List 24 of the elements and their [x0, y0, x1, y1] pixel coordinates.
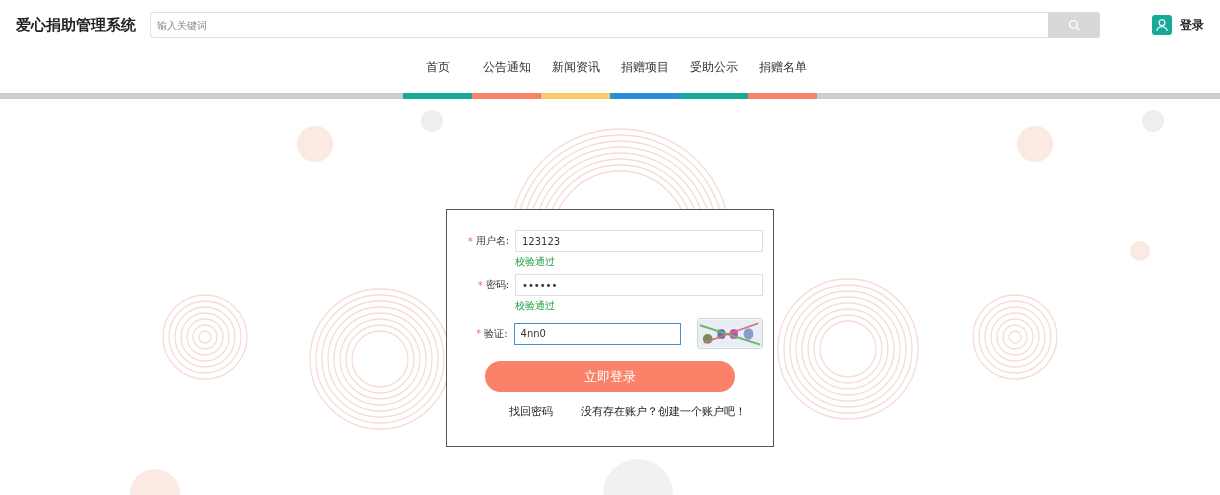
search-field[interactable]: 输入关键词	[150, 12, 1048, 38]
nav-tab[interactable]: 捐赠名单	[748, 57, 817, 99]
nav-tab[interactable]: 公告通知	[472, 57, 541, 99]
user-icon[interactable]	[1152, 15, 1172, 35]
password-field[interactable]: ••••••	[515, 274, 763, 296]
captcha-field[interactable]: 4nn0	[513, 322, 681, 345]
form-link[interactable]: 找回密码	[509, 404, 553, 419]
nav-tab[interactable]: 捐赠项目	[610, 57, 679, 99]
login-link[interactable]: 登录	[1180, 16, 1204, 34]
site-title: 爱心捐助管理系统	[16, 15, 136, 35]
field-label: 验证:	[484, 326, 508, 341]
username-field[interactable]: 123123	[515, 230, 763, 252]
field-label: 密码:	[485, 278, 509, 292]
validation-message: 校验通过	[515, 255, 556, 269]
required-mark: *	[477, 279, 483, 291]
form-link[interactable]: 没有存在账户？创建一个账户吧！	[581, 404, 746, 419]
nav-tab[interactable]: 受助公示	[679, 57, 748, 99]
nav-tab[interactable]: 新闻资讯	[541, 57, 610, 99]
search-icon	[1067, 18, 1081, 32]
required-mark: *	[476, 328, 482, 339]
field-label: 用户名:	[475, 234, 509, 248]
nav-tab[interactable]: 首页	[403, 57, 472, 99]
required-mark: *	[467, 235, 473, 247]
validation-message: 校验通过	[515, 299, 556, 313]
